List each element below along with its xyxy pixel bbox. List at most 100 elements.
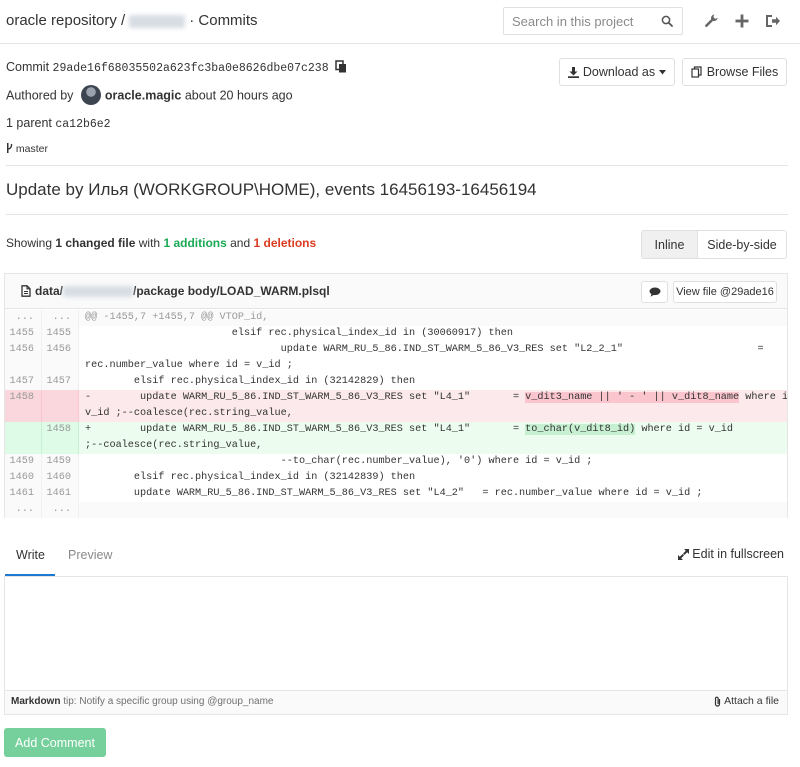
line-code: update WARM_RU_5_86.IND_ST_WARM_5_86_V3_… <box>85 344 764 355</box>
additions-count: 1 additions <box>163 236 227 250</box>
old-line-number[interactable]: ... <box>5 502 42 518</box>
file-path-suffix: /package body/LOAD_WARM.plsql <box>133 284 330 298</box>
markdown-tip-text: tip: Notify a specific group using @grou… <box>63 696 274 707</box>
side-by-side-view-button[interactable]: Side-by-side <box>698 231 786 258</box>
markdown-bar: Markdown tip: Notify a specific group us… <box>4 691 788 715</box>
file-path-prefix: data/ <box>35 284 64 298</box>
toggle-comments-button[interactable] <box>641 281 668 303</box>
author-link[interactable]: oracle.magic <box>105 88 181 102</box>
line-code: elsif rec.physical_index_id in (32142839… <box>85 472 416 483</box>
branch-name[interactable]: master <box>16 143 48 155</box>
wrench-icon[interactable] <box>702 12 720 30</box>
download-as-label: Download as <box>582 65 656 79</box>
parent-line: 1 parent ca12b6e2 <box>6 116 111 131</box>
diff-line: 1459 1459 --to_char(rec.number_value), '0… <box>5 454 787 470</box>
diff-line: 1457 1457 elsif rec.physical_index_id in … <box>5 374 787 390</box>
file-header: data/ /package body/LOAD_WARM.plsql View … <box>5 274 787 309</box>
avatar[interactable] <box>80 85 101 105</box>
new-line-number[interactable]: 1460 <box>42 470 79 486</box>
old-line-number[interactable]: 1455 <box>5 326 42 342</box>
line-code: + update WARM_RU_5_86.IND_ST_WARM_5_86_V… <box>79 422 787 438</box>
line-code <box>79 502 787 518</box>
new-line-number[interactable] <box>42 358 79 374</box>
line-code: rec.number_value where id = v_id ; <box>85 360 293 371</box>
sign-out-icon[interactable] <box>763 12 781 30</box>
parent-label: 1 parent <box>6 116 52 130</box>
diff-lines: ...... @@ -1455,7 +1455,7 @@ VTOP_id, 1455… <box>5 310 787 518</box>
diff-stats: Showing 1 changed file with 1 additions … <box>6 236 316 250</box>
diff-line: 1460 1460 elsif rec.physical_index_id in … <box>5 470 787 486</box>
old-line-number[interactable] <box>5 406 42 422</box>
code-text: + update WARM_RU_5_86.IND_ST_WARM_5_86_V… <box>85 424 526 435</box>
search-input[interactable] <box>504 8 654 34</box>
comment-textarea[interactable] <box>4 577 788 691</box>
branch-icon <box>7 143 13 153</box>
parent-sha-link[interactable]: ca12b6e2 <box>55 118 110 131</box>
old-line-number[interactable]: 1459 <box>5 454 42 470</box>
diff-line: ...... @@ -1455,7 +1455,7 @@ VTOP_id, <box>5 310 787 326</box>
attach-file-label: Attach a file <box>724 695 779 707</box>
commit-sha: 29ade16f68035502a623fc3ba0e8626dbe07c238 <box>52 62 329 75</box>
download-as-button[interactable]: Download as <box>559 58 675 86</box>
old-line-number[interactable] <box>5 358 42 374</box>
browse-files-label: Browse Files <box>706 65 779 79</box>
branch-line: master <box>6 143 48 155</box>
new-line-number[interactable]: 1461 <box>42 486 79 502</box>
diff-line: 1455 1455 elsif rec.physical_index_id in … <box>5 326 787 342</box>
attach-file-button[interactable]: Attach a file <box>713 695 779 707</box>
new-line-number[interactable] <box>42 390 79 406</box>
diff-line: 1458 + update WARM_RU_5_86.IND_ST_WARM_5_… <box>5 422 787 438</box>
file-icon <box>21 285 31 297</box>
fullscreen-button[interactable]: Edit in fullscreen <box>678 547 784 561</box>
line-code: @@ -1455,7 +1455,7 @@ VTOP_id, <box>79 310 787 326</box>
new-line-number[interactable] <box>42 438 79 454</box>
diff-line: 1461 1461 update WARM_RU_5_86.IND_ST_WARM… <box>5 486 787 502</box>
tab-write[interactable]: Write <box>16 548 45 562</box>
files-icon <box>691 66 702 78</box>
new-line-number[interactable]: 1455 <box>42 326 79 342</box>
new-line-number[interactable] <box>42 406 79 422</box>
old-line-number[interactable]: 1456 <box>5 342 42 358</box>
view-file-button[interactable]: View file @29ade16 <box>673 281 777 303</box>
line-code: - update WARM_RU_5_86.IND_ST_WARM_5_86_V… <box>79 390 787 406</box>
new-line-number[interactable]: ... <box>42 310 79 326</box>
old-line-number[interactable]: 1457 <box>5 374 42 390</box>
added-highlight: to_char(v_dit8_id) <box>525 424 636 435</box>
expand-icon <box>678 548 690 560</box>
changed-files-link[interactable]: 1 changed file <box>55 236 135 250</box>
file-path[interactable]: data/ /package body/LOAD_WARM.plsql <box>21 284 330 298</box>
browse-files-button[interactable]: Browse Files <box>682 58 787 86</box>
line-code: elsif rec.physical_index_id in (32142829… <box>85 376 416 387</box>
new-line-number[interactable]: 1456 <box>42 342 79 358</box>
old-line-number[interactable]: 1461 <box>5 486 42 502</box>
diff-line: 1458 - update WARM_RU_5_86.IND_ST_WARM_5_… <box>5 390 787 406</box>
old-line-number[interactable]: ... <box>5 310 42 326</box>
new-line-number[interactable]: ... <box>42 502 79 518</box>
inline-view-button[interactable]: Inline <box>642 231 698 258</box>
deletions-count: 1 deletions <box>253 236 317 250</box>
search-icon[interactable] <box>661 15 673 27</box>
old-line-number[interactable] <box>5 438 42 454</box>
plus-icon[interactable] <box>733 12 751 30</box>
active-tab-indicator <box>5 574 55 576</box>
new-line-number[interactable]: 1458 <box>42 422 79 438</box>
file-diff: data/ /package body/LOAD_WARM.plsql View … <box>4 273 788 518</box>
new-line-number[interactable]: 1457 <box>42 374 79 390</box>
new-line-number[interactable]: 1459 <box>42 454 79 470</box>
diff-line: ...... <box>5 502 787 518</box>
old-line-number[interactable] <box>5 422 42 438</box>
page-name: Commits <box>198 12 258 29</box>
markdown-link[interactable]: Markdown <box>11 696 60 707</box>
old-line-number[interactable]: 1458 <box>5 390 42 406</box>
stats-showing: Showing <box>6 236 53 250</box>
tab-preview[interactable]: Preview <box>68 548 112 562</box>
project-link[interactable]: oracle repository / <box>6 12 125 29</box>
deleted-highlight: v_dit3_name || ' - ' || v_dit8_name <box>525 392 740 403</box>
old-line-number[interactable]: 1460 <box>5 470 42 486</box>
diff-line: rec.number_value where id = v_id ; <box>5 358 787 374</box>
add-comment-button[interactable]: Add Comment <box>4 728 106 757</box>
stats-with: with <box>138 236 161 250</box>
redacted-project-name <box>129 14 186 28</box>
diff-line: ;--coalesce(rec.string_value, <box>5 438 787 454</box>
clipboard-icon[interactable] <box>335 60 347 73</box>
